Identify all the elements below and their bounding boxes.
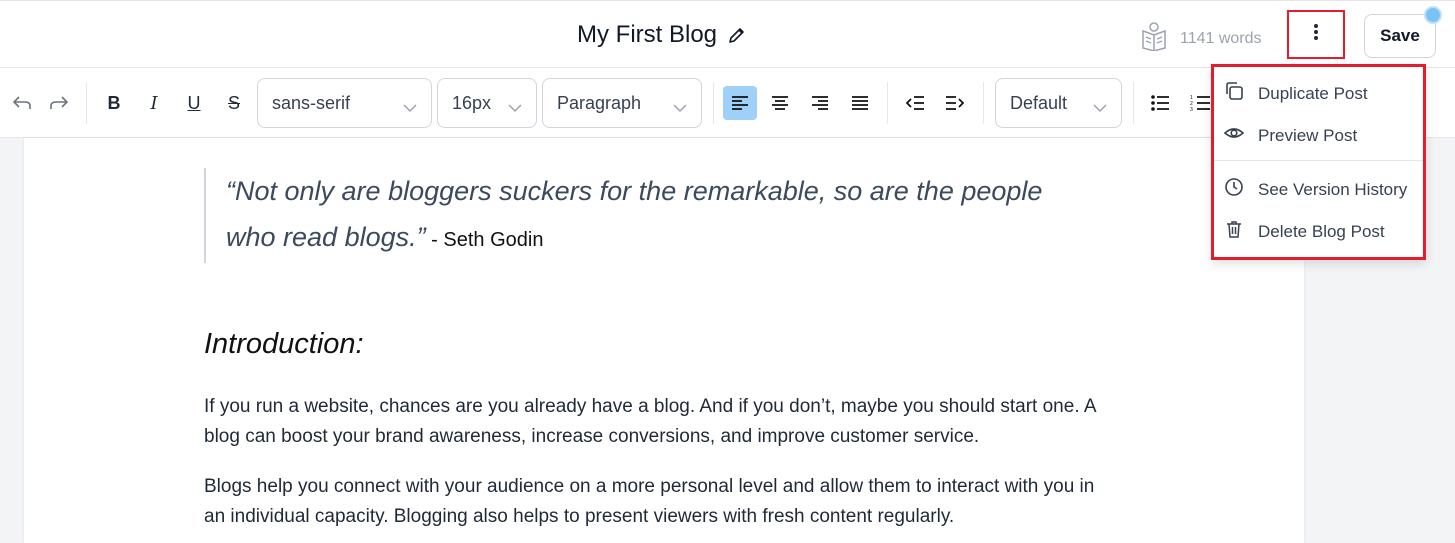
editor-content[interactable]: “Not only are bloggers suckers for the r… <box>24 138 1304 543</box>
duplicate-post-item[interactable]: Duplicate Post <box>1224 81 1368 106</box>
undo-icon[interactable] <box>5 86 39 120</box>
toolbar-divider <box>983 82 984 124</box>
post-title[interactable]: My First Blog <box>577 21 717 49</box>
book-icon <box>1140 21 1168 56</box>
strikethrough-button[interactable]: S <box>217 86 251 120</box>
pencil-icon[interactable] <box>727 25 747 45</box>
duplicate-icon <box>1224 81 1244 106</box>
eye-icon <box>1223 123 1245 148</box>
more-options-menu: Duplicate Post Preview Post See Version … <box>1211 64 1426 260</box>
underline-button[interactable]: U <box>177 86 211 120</box>
bullet-list-icon[interactable] <box>1143 86 1177 120</box>
version-history-item[interactable]: See Version History <box>1224 177 1407 202</box>
chevron-down-icon <box>673 97 687 118</box>
italic-button[interactable]: I <box>137 86 171 120</box>
paragraph[interactable]: Blogs help you connect with your audienc… <box>204 472 1104 532</box>
toolbar-divider <box>1133 82 1134 124</box>
indent-icon[interactable] <box>938 86 972 120</box>
toolbar-divider <box>86 82 87 124</box>
chevron-down-icon <box>508 97 522 118</box>
align-justify-button[interactable] <box>843 86 877 120</box>
block-type-select[interactable]: Paragraph <box>542 78 702 128</box>
font-size-select[interactable]: 16px <box>437 78 537 128</box>
paragraph[interactable]: If you run a website, chances are you al… <box>204 392 1104 452</box>
title-area: My First Blog <box>577 21 747 49</box>
redo-icon[interactable] <box>42 86 76 120</box>
trash-icon <box>1224 219 1244 244</box>
vertical-dots-icon <box>1313 23 1319 46</box>
block-type-value: Paragraph <box>557 92 642 113</box>
svg-text:3: 3 <box>1190 107 1193 112</box>
word-count: 1141 words <box>1140 21 1262 56</box>
section-heading[interactable]: Introduction: <box>204 328 364 361</box>
font-family-value: sans-serif <box>272 92 351 113</box>
clock-icon <box>1224 177 1244 202</box>
style-select[interactable]: Default <box>995 78 1122 128</box>
word-count-text: 1141 words <box>1180 29 1262 47</box>
style-select-value: Default <box>1010 92 1068 113</box>
chevron-down-icon <box>403 97 417 118</box>
menu-divider <box>1214 160 1423 161</box>
font-family-select[interactable]: sans-serif <box>257 78 432 128</box>
align-right-button[interactable] <box>803 86 837 120</box>
toolbar-divider <box>887 82 888 124</box>
toolbar-divider <box>713 82 714 124</box>
menu-item-label: Preview Post <box>1258 125 1358 145</box>
outdent-icon[interactable] <box>898 86 932 120</box>
notification-dot <box>1424 6 1442 24</box>
font-size-value: 16px <box>452 92 492 113</box>
quote-author: - Seth Godin <box>425 229 544 251</box>
delete-post-item[interactable]: Delete Blog Post <box>1224 219 1385 244</box>
chevron-down-icon <box>1093 97 1107 118</box>
menu-item-label: Duplicate Post <box>1258 83 1368 103</box>
blockquote[interactable]: “Not only are bloggers suckers for the r… <box>204 168 1074 263</box>
quote-text: “Not only are bloggers suckers for the r… <box>226 176 1043 252</box>
editor-header: My First Blog 1141 words Save <box>0 0 1455 68</box>
align-center-button[interactable] <box>763 86 797 120</box>
align-left-button[interactable] <box>723 86 757 120</box>
menu-item-label: Delete Blog Post <box>1258 221 1385 241</box>
bold-button[interactable]: B <box>97 86 131 120</box>
preview-post-item[interactable]: Preview Post <box>1223 123 1358 148</box>
menu-item-label: See Version History <box>1258 179 1408 199</box>
more-options-button[interactable] <box>1287 10 1345 59</box>
